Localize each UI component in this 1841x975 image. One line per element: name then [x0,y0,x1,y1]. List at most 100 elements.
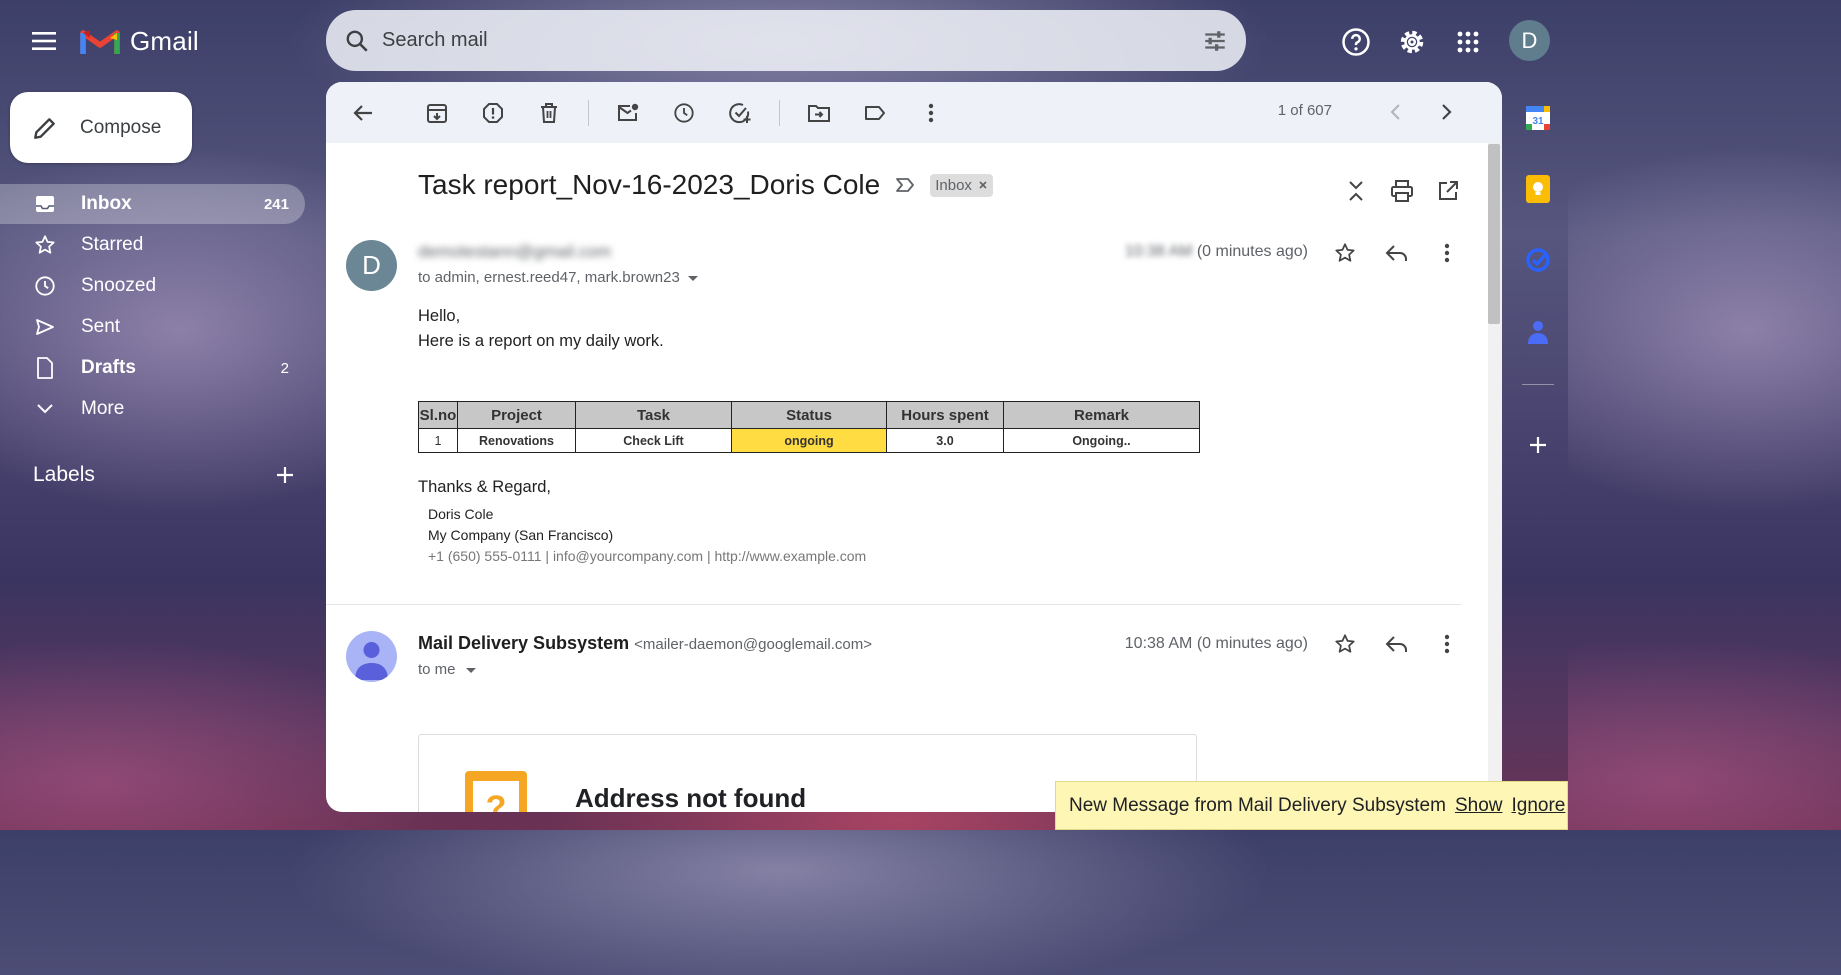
greeting: Hello, [418,307,461,325]
message-panel: 1 of 607 Task report_Nov-16-2023_Doris C… [326,82,1502,812]
mark-unread-button[interactable] [611,96,645,130]
table-cell: 1 [418,428,458,453]
bounce-reply-button[interactable] [1381,628,1413,660]
compose-button[interactable]: Compose [10,92,192,163]
next-button[interactable] [1432,96,1460,128]
column-header: Sl.no [418,401,458,429]
mailer-daemon-avatar[interactable] [346,631,397,682]
delete-button[interactable] [532,96,566,130]
sidebar-item-sent[interactable]: Sent [0,307,305,347]
search-bar[interactable] [326,10,1246,71]
mark-unread-icon [618,103,639,121]
sender-email[interactable]: demotestann@gmail.com [418,242,611,262]
ignore-link[interactable]: Ignore [1511,795,1565,817]
signature-email-link[interactable]: info@yourcompany.com [553,548,703,564]
chevron-down-icon [37,404,53,414]
recipients-line[interactable]: to admin, ernest.reed47, mark.brown23 [418,269,700,286]
sidebar-item-starred[interactable]: Starred [0,225,305,265]
sidebar-item-label: Sent [81,316,121,337]
signature-separator: | [706,548,711,564]
sidebar-item-drafts[interactable]: Drafts 2 [0,348,305,388]
sidebar-item-more[interactable]: More [0,389,305,429]
snooze-button[interactable] [667,96,701,130]
snooze-icon [674,102,694,123]
sidebar-item-inbox[interactable]: Inbox 241 [0,184,305,224]
contacts-app-button[interactable] [1522,316,1554,348]
apps-button[interactable] [1448,22,1488,62]
collapse-all-button[interactable] [1341,176,1371,206]
toolbar-divider [779,99,780,126]
tasks-app-button[interactable] [1522,244,1554,276]
message-more-button[interactable] [1431,237,1463,269]
svg-text:31: 31 [1532,116,1544,127]
add-task-button[interactable] [723,96,757,130]
gmail-logo[interactable]: Gmail [80,24,199,58]
signature-phone: +1 (650) 555-0111 | [428,548,550,564]
back-button[interactable] [346,96,380,130]
message-divider [326,604,1461,605]
collapse-icon [1349,181,1363,201]
signature-name: Doris Cole [428,506,494,522]
prev-icon [1390,104,1400,120]
star-icon [35,235,55,254]
star-icon [1335,243,1355,262]
sender-avatar[interactable]: D [346,240,397,291]
get-addons-button[interactable] [1522,429,1554,461]
bounce-sender[interactable]: Mail Delivery Subsystem <mailer-daemon@g… [418,633,872,654]
print-icon [1391,180,1413,202]
svg-text:?: ? [486,789,507,812]
scrollbar-thumb[interactable] [1488,144,1500,324]
search-icon[interactable] [344,28,370,54]
main-menu-button[interactable] [24,22,66,60]
bounce-star-button[interactable] [1329,628,1361,660]
archive-button[interactable] [420,96,454,130]
star-button[interactable] [1329,237,1361,269]
settings-button[interactable] [1392,22,1432,62]
sidebar-item-label: Drafts [81,357,136,378]
toolbar-divider [588,99,589,126]
warning-badge-icon: ? [465,771,527,812]
keep-app-button[interactable] [1522,173,1554,205]
reply-button[interactable] [1381,237,1413,269]
inbox-icon [36,196,54,212]
signature-url-link[interactable]: http://www.example.com [714,548,866,564]
print-button[interactable] [1387,176,1417,206]
label-button[interactable] [858,96,892,130]
menu-icon [32,32,56,50]
more-options-button[interactable] [914,96,948,130]
open-new-window-button[interactable] [1433,176,1463,206]
compose-label: Compose [80,116,162,138]
help-button[interactable] [1336,22,1376,62]
sidebar-item-label: Snoozed [81,275,157,296]
bounce-sender-name: Mail Delivery Subsystem [418,633,630,653]
person-icon [355,642,388,680]
add-task-icon [729,102,751,123]
column-header: Project [457,401,576,429]
caret-down-icon[interactable] [464,665,478,675]
report-spam-button[interactable] [476,96,510,130]
sidebar-item-snoozed[interactable]: Snoozed [0,266,305,306]
message-body: Hello, Here is a report on my daily work… [418,304,664,354]
remove-label-icon[interactable] [978,180,988,190]
search-input[interactable] [382,29,1202,52]
importance-marker-icon[interactable] [894,176,916,194]
caret-down-icon[interactable] [686,273,700,283]
tune-icon[interactable] [1202,28,1228,54]
draft-icon [37,357,53,379]
add-label-icon[interactable] [275,465,295,485]
prev-button[interactable] [1382,96,1410,128]
sidebar-item-label: More [81,398,125,419]
account-avatar[interactable]: D [1509,20,1550,61]
move-to-button[interactable] [802,96,836,130]
calendar-app-button[interactable]: 31 [1522,102,1554,134]
help-icon [1342,28,1370,56]
signature-contact: +1 (650) 555-0111 | info@yourcompany.com… [428,546,866,567]
inbox-label-badge: Inbox [930,173,993,197]
show-link[interactable]: Show [1455,795,1503,817]
unread-count: 241 [263,195,289,213]
bounce-recipients[interactable]: to me [418,661,478,678]
rail-divider [1522,384,1554,385]
intro-text: Here is a report on my daily work. [418,332,664,350]
bounce-more-button[interactable] [1431,628,1463,660]
app-name: Gmail [130,25,199,56]
